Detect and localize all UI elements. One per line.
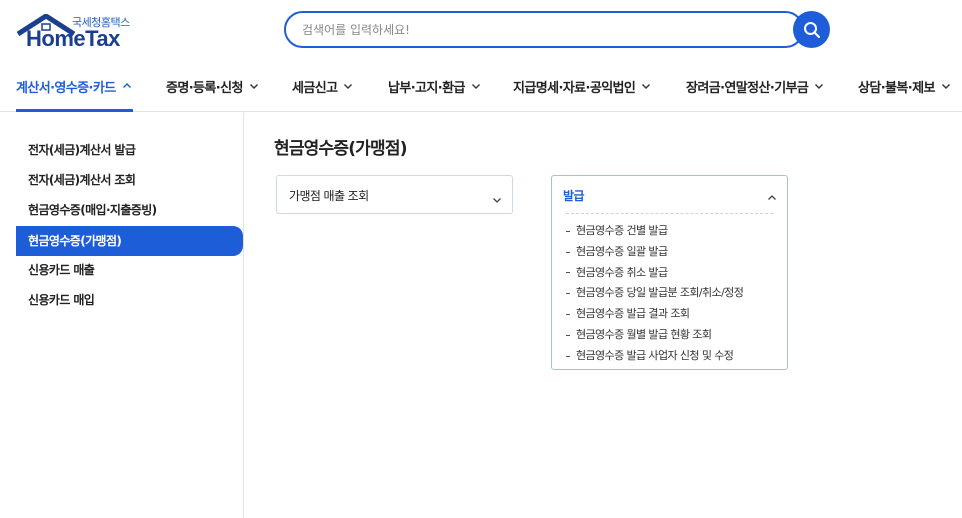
sidebar-item-etax-issue[interactable]: 전자(세금)계산서 발급 bbox=[16, 135, 243, 165]
chevron-down-icon bbox=[641, 81, 651, 91]
search-input[interactable] bbox=[284, 11, 804, 48]
submenu-item[interactable]: 현금영수증 일괄 발급 bbox=[566, 242, 743, 263]
nav-item-consulting[interactable]: 상담·불복·제보 bbox=[858, 74, 951, 98]
submenu-item[interactable]: 현금영수증 당일 발급분 조회/취소/정정 bbox=[566, 283, 744, 304]
bullet-icon bbox=[566, 293, 570, 295]
nav-item-incentives[interactable]: 장려금·연말정산·기부금 bbox=[686, 74, 824, 98]
nav-item-statements[interactable]: 지급명세·자료·공익법인 bbox=[513, 74, 651, 98]
chevron-up-icon[interactable] bbox=[767, 188, 777, 207]
nav-item-tax-filing[interactable]: 세금신고 bbox=[292, 74, 353, 98]
chevron-down-icon bbox=[814, 81, 824, 91]
chevron-down-icon bbox=[343, 81, 353, 91]
submenu-item-label: 현금영수증 건별 발급 bbox=[576, 224, 668, 237]
page-title: 현금영수증(가맹점) bbox=[274, 139, 407, 159]
accordion-merchant-sales[interactable]: 가맹점 매출 조회 bbox=[276, 175, 513, 214]
hometax-logo[interactable]: 국세청홈택스 HomeTax bbox=[16, 12, 136, 52]
chevron-down-icon bbox=[249, 81, 259, 91]
search-button[interactable] bbox=[793, 11, 830, 48]
chevron-down-icon bbox=[941, 81, 951, 91]
nav-item-label: 지급명세·자료·공익법인 bbox=[513, 80, 636, 96]
chevron-down-icon bbox=[471, 81, 481, 91]
search-bar bbox=[284, 11, 830, 49]
logo-title: HomeTax bbox=[26, 26, 120, 51]
submenu-item-label: 현금영수증 월별 발급 현황 조회 bbox=[576, 327, 712, 341]
nav-item-label: 장려금·연말정산·기부금 bbox=[686, 80, 809, 96]
nav-item-payment[interactable]: 납부·고지·환급 bbox=[388, 74, 481, 98]
sidebar-item-etax-inquiry[interactable]: 전자(세금)계산서 조회 bbox=[16, 165, 243, 195]
sidebar-item-cash-receipt-merchant[interactable]: 현금영수증(가맹점) bbox=[16, 226, 243, 256]
accordion-label[interactable]: 발급 bbox=[563, 187, 584, 204]
submenu-item-label: 현금영수증 일괄 발급 bbox=[576, 244, 668, 258]
sidebar-item-card-purchase[interactable]: 신용카드 매입 bbox=[16, 285, 243, 315]
bullet-icon bbox=[566, 251, 570, 253]
accordion-label: 가맹점 매출 조회 bbox=[289, 189, 369, 203]
submenu-item-label: 현금영수증 취소 발급 bbox=[576, 265, 668, 279]
submenu-item[interactable]: 현금영수증 월별 발급 현황 조회 bbox=[566, 325, 743, 346]
bullet-icon bbox=[566, 355, 570, 357]
bullet-icon bbox=[566, 334, 570, 336]
nav-item-certificates[interactable]: 증명·등록·신청 bbox=[166, 74, 259, 98]
submenu-item[interactable]: 현금영수증 발급 결과 조회 bbox=[566, 304, 743, 325]
nav-item-label: 납부·고지·환급 bbox=[388, 80, 465, 96]
submenu-item[interactable]: 현금영수증 취소 발급 bbox=[566, 263, 743, 284]
chevron-down-icon bbox=[492, 190, 502, 209]
nav-item-label: 증명·등록·신청 bbox=[166, 80, 243, 96]
sidebar-item-cash-receipt-purchase[interactable]: 현금영수증(매입·지출증빙) bbox=[16, 195, 243, 225]
submenu-item-label: 현금영수증 발급 사업자 신청 및 수정 bbox=[576, 348, 734, 362]
submenu-item[interactable]: 현금영수증 건별 발급 bbox=[566, 221, 743, 242]
sidebar-item-card-sales[interactable]: 신용카드 매출 bbox=[16, 255, 243, 285]
submenu-item[interactable]: 현금영수증 발급 사업자 신청 및 수정 bbox=[566, 346, 743, 367]
accordion-issue: 발급 현금영수증 건별 발급 현금영수증 일괄 발급 현금영수증 취소 발급 현… bbox=[551, 175, 788, 370]
submenu-item-label: 현금영수증 발급 결과 조회 bbox=[576, 307, 690, 321]
search-icon bbox=[803, 21, 820, 38]
nav-item-receipts-cards[interactable]: 계산서·영수증·카드 bbox=[16, 74, 132, 98]
nav-item-label: 상담·불복·제보 bbox=[858, 80, 935, 96]
issue-submenu: 현금영수증 건별 발급 현금영수증 일괄 발급 현금영수증 취소 발급 현금영수… bbox=[566, 221, 744, 367]
nav-item-label: 계산서·영수증·카드 bbox=[16, 80, 116, 96]
main-nav: 계산서·영수증·카드 증명·등록·신청 세금신고 납부·고지·환급 지급명세·자… bbox=[0, 62, 962, 112]
accordion-divider bbox=[566, 213, 773, 214]
nav-item-label: 세금신고 bbox=[292, 80, 338, 96]
submenu-item-label: 현금영수증 당일 발급분 조회/취소/정정 bbox=[576, 286, 744, 300]
nav-active-underline bbox=[16, 109, 133, 112]
sidebar: 전자(세금)계산서 발급 전자(세금)계산서 조회 현금영수증(매입·지출증빙)… bbox=[0, 113, 244, 518]
chevron-up-icon bbox=[122, 81, 132, 91]
bullet-icon bbox=[566, 230, 570, 232]
bullet-icon bbox=[566, 314, 570, 316]
bullet-icon bbox=[566, 272, 570, 274]
